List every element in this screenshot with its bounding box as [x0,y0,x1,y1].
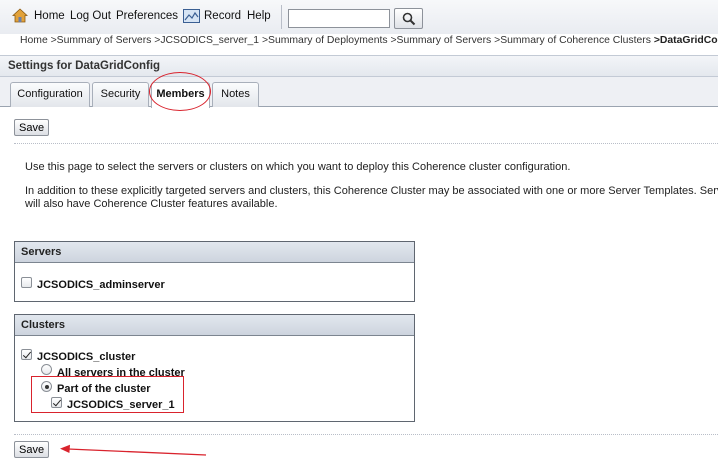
record-link[interactable]: Record [204,10,241,22]
adminserver-checkbox[interactable] [21,277,32,288]
breadcrumb-summary-of-deployments[interactable]: >Summary of Deployments [262,35,388,46]
save-button-top[interactable]: Save [14,119,50,136]
help-link[interactable]: Help [247,10,271,22]
members-tab-highlight [149,72,211,111]
divider-bottom [14,434,718,435]
search-input[interactable] [288,9,390,28]
home-link[interactable]: Home [34,10,65,22]
save-arrow-annotation [60,444,207,456]
adminserver-label: JCSODICS_adminserver [37,279,165,291]
breadcrumb-home[interactable]: Home [20,35,48,46]
cluster-label: JCSODICS_cluster [37,351,136,363]
cluster-checkbox[interactable] [21,349,32,360]
search-icon [402,12,416,26]
description-line-3: will also have Coherence Cluster feature… [25,198,278,210]
tab-notes[interactable]: Notes [212,82,259,107]
breadcrumb: Home >Summary of Servers >JCSODICS_serve… [0,34,718,52]
description-line-1: Use this page to select the servers or c… [25,161,571,173]
clusters-panel-header: Clusters [15,315,414,336]
all-servers-radio[interactable] [41,364,52,375]
preferences-link[interactable]: Preferences [116,10,178,22]
breadcrumb-summary-of-coherence-clusters[interactable]: >Summary of Coherence Clusters [494,35,651,46]
servers-panel: Servers JCSODICS_adminserver [14,241,415,302]
search-button[interactable] [394,8,423,29]
description-line-2: In addition to these explicitly targeted… [25,185,718,197]
breadcrumb-summary-of-servers[interactable]: >Summary of Servers [51,35,152,46]
tab-security[interactable]: Security [92,82,149,107]
divider-top [14,143,718,144]
breadcrumb-current: >DataGridConfig [653,35,718,46]
servers-panel-header: Servers [15,242,414,263]
breadcrumb-server[interactable]: >JCSODICS_server_1 [154,35,259,46]
home-icon[interactable] [12,8,28,23]
record-icon[interactable] [183,9,200,23]
tab-strip: Configuration Security Members Notes [0,77,718,108]
top-toolbar: Home Log Out Preferences Record Help [0,0,718,34]
settings-header: Settings for DataGridConfig [0,55,718,77]
logout-link[interactable]: Log Out [70,10,111,22]
part-of-cluster-highlight [31,376,184,413]
page-title: Settings for DataGridConfig [8,60,161,72]
toolbar-divider [281,5,282,29]
save-button-bottom[interactable]: Save [14,441,50,458]
breadcrumb-summary-of-servers-2[interactable]: >Summary of Servers [390,35,491,46]
tab-configuration[interactable]: Configuration [10,82,90,107]
